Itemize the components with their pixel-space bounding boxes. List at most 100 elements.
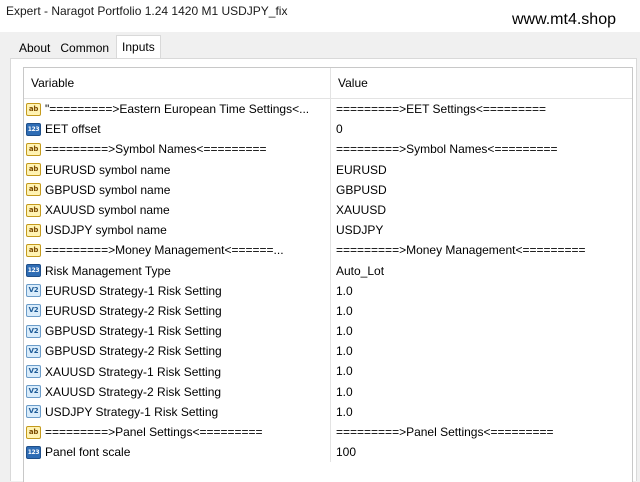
table-row[interactable]: ab =========>Symbol Names<========= ======… xyxy=(24,139,632,160)
table-row[interactable]: V2 USDJPY Strategy-1 Risk Setting 1.0 xyxy=(24,401,632,422)
variable-cell: V2 GBPUSD Strategy-1 Risk Setting xyxy=(24,321,331,342)
table-row[interactable]: ab GBPUSD symbol name GBPUSD xyxy=(24,179,632,200)
variable-name: EET offset xyxy=(45,122,101,137)
value-cell[interactable]: XAUUSD xyxy=(331,200,632,220)
variable-name: =========>Panel Settings<========= xyxy=(45,425,263,440)
table-row[interactable]: 123 Risk Management Type Auto_Lot xyxy=(24,260,632,281)
variable-cell: ab "=========>Eastern European Time Setti… xyxy=(24,99,331,120)
variable-name: XAUUSD Strategy-2 Risk Setting xyxy=(45,384,222,399)
table-row[interactable]: V2 XAUUSD Strategy-2 Risk Setting 1.0 xyxy=(24,381,632,402)
variable-name: EURUSD Strategy-1 Risk Setting xyxy=(45,283,222,298)
window-title: Expert - Naragot Portfolio 1.24 1420 M1 … xyxy=(6,4,288,18)
table-row[interactable]: V2 XAUUSD Strategy-1 Risk Setting 1.0 xyxy=(24,361,632,382)
variable-name: XAUUSD Strategy-1 Risk Setting xyxy=(45,364,222,379)
table-row[interactable]: 123 Panel font scale 100 xyxy=(24,442,632,463)
table-row[interactable]: V2 EURUSD Strategy-2 Risk Setting 1.0 xyxy=(24,300,632,322)
variable-name: Panel font scale xyxy=(45,445,131,460)
variable-cell: 123 Risk Management Type xyxy=(24,260,331,281)
value-cell[interactable]: =========>EET Settings<========= xyxy=(331,99,632,119)
variable-name: USDJPY symbol name xyxy=(45,223,167,238)
v2-double-icon: V2 xyxy=(26,324,41,338)
variable-name: "=========>Eastern European Time Setting… xyxy=(45,102,310,117)
table-row[interactable]: ab EURUSD symbol name EURUSD xyxy=(24,159,632,180)
column-header-value[interactable]: Value xyxy=(331,68,632,98)
123-integer-icon: 123 xyxy=(26,445,41,459)
table-row[interactable]: ab "=========>Eastern European Time Setti… xyxy=(24,99,632,120)
variable-name: =========>Money Management<======... xyxy=(45,243,284,258)
variable-cell: V2 XAUUSD Strategy-2 Risk Setting xyxy=(24,381,331,402)
v2-double-icon: V2 xyxy=(26,385,41,399)
tab-inputs[interactable]: Inputs xyxy=(116,35,161,58)
ab-string-icon: ab xyxy=(26,203,41,217)
variable-cell: V2 USDJPY Strategy-1 Risk Setting xyxy=(24,401,331,422)
variable-cell: ab XAUUSD symbol name xyxy=(24,199,331,221)
value-cell[interactable]: 1.0 xyxy=(331,341,632,361)
value-cell[interactable]: 0 xyxy=(331,119,632,139)
ab-string-icon: ab xyxy=(26,223,41,237)
123-integer-icon: 123 xyxy=(26,122,41,136)
value-cell[interactable]: 1.0 xyxy=(331,281,632,301)
variable-cell: V2 GBPUSD Strategy-2 Risk Setting xyxy=(24,341,331,362)
ab-string-icon: ab xyxy=(26,102,41,116)
variable-cell: V2 EURUSD Strategy-1 Risk Setting xyxy=(24,280,331,301)
value-cell[interactable]: 1.0 xyxy=(331,301,632,321)
v2-double-icon: V2 xyxy=(26,365,41,379)
variable-cell: ab =========>Money Management<======... xyxy=(24,240,331,261)
inputs-grid: Variable Value ab "=========>Eastern Euro… xyxy=(23,67,633,482)
ab-string-icon: ab xyxy=(26,243,41,257)
table-row[interactable]: V2 GBPUSD Strategy-2 Risk Setting 1.0 xyxy=(24,341,632,362)
v2-double-icon: V2 xyxy=(26,304,41,318)
grid-header: Variable Value xyxy=(24,68,632,99)
variable-cell: 123 Panel font scale xyxy=(24,442,331,463)
tab-strip: About Common Inputs xyxy=(14,35,161,58)
value-cell[interactable]: 1.0 xyxy=(331,321,632,341)
value-cell[interactable]: GBPUSD xyxy=(331,180,632,200)
value-cell[interactable]: 1.0 xyxy=(331,361,632,381)
variable-name: GBPUSD Strategy-2 Risk Setting xyxy=(45,344,222,359)
variable-cell: ab =========>Panel Settings<========= xyxy=(24,422,331,443)
variable-cell: ab EURUSD symbol name xyxy=(24,159,331,180)
value-cell[interactable]: =========>Panel Settings<========= xyxy=(331,422,632,442)
variable-cell: V2 XAUUSD Strategy-1 Risk Setting xyxy=(24,361,331,382)
table-row[interactable]: V2 GBPUSD Strategy-1 Risk Setting 1.0 xyxy=(24,321,632,342)
column-header-variable[interactable]: Variable xyxy=(24,68,331,98)
value-cell[interactable]: 100 xyxy=(331,442,632,462)
variable-cell: 123 EET offset xyxy=(24,119,331,140)
ab-string-icon: ab xyxy=(26,163,41,177)
table-row[interactable]: ab USDJPY symbol name USDJPY xyxy=(24,220,632,241)
variable-name: Risk Management Type xyxy=(45,263,171,278)
variable-name: GBPUSD symbol name xyxy=(45,182,171,197)
table-row[interactable]: 123 EET offset 0 xyxy=(24,119,632,140)
value-cell[interactable]: Auto_Lot xyxy=(331,261,632,281)
tab-about[interactable]: About xyxy=(14,38,55,58)
variable-name: GBPUSD Strategy-1 Risk Setting xyxy=(45,324,222,339)
variable-cell: ab =========>Symbol Names<========= xyxy=(24,139,331,160)
ab-string-icon: ab xyxy=(26,142,41,156)
value-cell[interactable]: 1.0 xyxy=(331,402,632,422)
table-row[interactable]: ab =========>Money Management<======... ==… xyxy=(24,240,632,261)
ab-string-icon: ab xyxy=(26,425,41,439)
title-bar: Expert - Naragot Portfolio 1.24 1420 M1 … xyxy=(0,0,640,32)
tab-common[interactable]: Common xyxy=(55,38,114,58)
table-row[interactable]: ab XAUUSD symbol name XAUUSD xyxy=(24,199,632,221)
table-row[interactable]: ab =========>Panel Settings<========= ====… xyxy=(24,422,632,443)
variable-name: XAUUSD symbol name xyxy=(45,203,170,218)
v2-double-icon: V2 xyxy=(26,344,41,358)
inputs-panel: Variable Value ab "=========>Eastern Euro… xyxy=(10,58,637,482)
variable-name: USDJPY Strategy-1 Risk Setting xyxy=(45,404,219,419)
variable-cell: V2 EURUSD Strategy-2 Risk Setting xyxy=(24,300,331,322)
table-row[interactable]: V2 EURUSD Strategy-1 Risk Setting 1.0 xyxy=(24,280,632,301)
value-cell[interactable]: =========>Symbol Names<========= xyxy=(331,139,632,159)
variable-name: EURUSD symbol name xyxy=(45,162,171,177)
value-cell[interactable]: USDJPY xyxy=(331,220,632,240)
watermark: www.mt4.shop xyxy=(511,11,616,28)
variable-name: =========>Symbol Names<========= xyxy=(45,142,267,157)
variable-cell: ab GBPUSD symbol name xyxy=(24,179,331,200)
grid-rows: ab "=========>Eastern European Time Setti… xyxy=(24,99,632,463)
ab-string-icon: ab xyxy=(26,183,41,197)
value-cell[interactable]: 1.0 xyxy=(331,382,632,402)
variable-name: EURUSD Strategy-2 Risk Setting xyxy=(45,303,222,318)
value-cell[interactable]: =========>Money Management<========= xyxy=(331,240,632,260)
123-integer-icon: 123 xyxy=(26,264,41,278)
value-cell[interactable]: EURUSD xyxy=(331,160,632,180)
